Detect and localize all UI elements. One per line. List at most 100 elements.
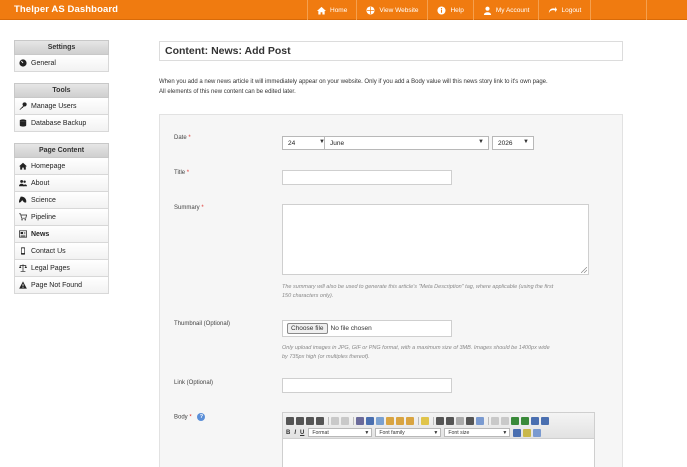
summary-textarea[interactable] — [282, 204, 589, 275]
paste-icon[interactable] — [386, 416, 394, 425]
month-select[interactable]: June ▼ — [324, 136, 489, 150]
day-select-value: 24 — [288, 139, 296, 147]
nav-home-label: Home — [330, 6, 348, 14]
link-label: Link (Optional) — [174, 380, 213, 386]
nav-my-account[interactable]: My Account — [472, 0, 539, 20]
nav-divider — [646, 0, 647, 20]
undo-icon[interactable] — [331, 416, 339, 425]
paste-text-icon[interactable] — [396, 416, 404, 425]
chevron-down-icon: ▼ — [364, 429, 370, 436]
sidebar-item-about[interactable]: About — [14, 175, 109, 192]
underline-button[interactable]: U — [300, 430, 304, 436]
sidebar-item-homepage[interactable]: Homepage — [14, 158, 109, 175]
format-dropdown-value: Format — [312, 429, 329, 436]
sidebar-heading-page-content: Page Content — [14, 143, 109, 158]
database-icon — [19, 119, 27, 127]
redo-icon[interactable] — [341, 416, 349, 425]
indent-icon[interactable] — [466, 416, 474, 425]
warning-icon — [19, 281, 27, 289]
title-label: Title * — [174, 170, 189, 176]
summary-label: Summary * — [174, 205, 204, 211]
format-dropdown[interactable]: Format ▼ — [308, 428, 373, 437]
required-mark: * — [186, 170, 190, 176]
thumbnail-file-input[interactable]: Choose file No file chosen — [282, 320, 452, 337]
nav-help[interactable]: Help — [427, 0, 472, 20]
anchor-icon[interactable] — [511, 416, 519, 425]
nav-home[interactable]: Home — [307, 0, 356, 20]
scale-icon — [19, 264, 27, 272]
sidebar-item-label: Science — [31, 196, 56, 204]
sidebar-item-page-not-found[interactable]: Page Not Found — [14, 277, 109, 294]
top-bar: Thelper AS Dashboard Home View Website H… — [0, 0, 687, 20]
blockquote-icon[interactable] — [476, 416, 484, 425]
clear-formatting-icon[interactable] — [533, 428, 542, 437]
sidebar-item-news[interactable]: News — [14, 226, 109, 243]
font-size-dropdown[interactable]: Font size ▼ — [444, 428, 511, 437]
font-family-dropdown-value: Font family — [379, 429, 405, 436]
cut-icon[interactable] — [366, 416, 374, 425]
sidebar-item-contact-us[interactable]: Contact Us — [14, 243, 109, 260]
sidebar-heading-tools: Tools — [14, 83, 109, 98]
sidebar-item-label: Database Backup — [31, 119, 87, 127]
outdent-icon[interactable] — [456, 416, 464, 425]
people-icon — [19, 179, 27, 187]
day-select[interactable]: 24 ▼ — [282, 136, 330, 150]
link-input[interactable] — [282, 378, 452, 393]
body-editor[interactable]: B I U Format ▼ Font family ▼ Font size ▼ — [282, 412, 595, 467]
sidebar-item-general[interactable]: General — [14, 55, 109, 72]
sidebar-item-science[interactable]: Science — [14, 192, 109, 209]
align-center-icon[interactable] — [296, 416, 304, 425]
nav-logout[interactable]: Logout — [538, 0, 592, 20]
toolbar-divider — [433, 416, 434, 425]
cart-icon — [19, 213, 27, 221]
sidebar-item-label: Pipeline — [31, 213, 56, 221]
highlight-color-icon[interactable] — [523, 428, 532, 437]
copy-icon[interactable] — [376, 416, 384, 425]
image-icon[interactable] — [521, 416, 529, 425]
font-family-dropdown[interactable]: Font family ▼ — [375, 428, 442, 437]
science-icon — [19, 196, 27, 203]
align-right-icon[interactable] — [306, 416, 314, 425]
nav-view-website[interactable]: View Website — [356, 0, 427, 20]
numbered-list-icon[interactable] — [446, 416, 454, 425]
globe-icon — [366, 5, 375, 15]
thumbnail-hint-line-1: Only upload images in JPG, GIF or PNG fo… — [282, 345, 550, 351]
info-icon — [437, 5, 447, 15]
link-icon[interactable] — [491, 416, 499, 425]
date-label-text: Date — [174, 135, 187, 141]
gauge-icon — [19, 59, 27, 67]
cleanup-icon[interactable] — [421, 416, 429, 425]
align-justify-icon[interactable] — [316, 416, 324, 425]
sidebar-item-pipeline[interactable]: Pipeline — [14, 209, 109, 226]
required-mark: * — [188, 135, 191, 141]
sidebar-item-manage-users[interactable]: Manage Users — [14, 98, 109, 115]
select-all-icon[interactable] — [356, 416, 364, 425]
text-color-icon[interactable] — [513, 428, 522, 437]
bullet-list-icon[interactable] — [436, 416, 444, 425]
resize-handle-icon[interactable] — [581, 267, 587, 273]
choose-file-button[interactable]: Choose file — [287, 323, 328, 334]
sidebar-item-database-backup[interactable]: Database Backup — [14, 115, 109, 132]
home-icon — [19, 162, 27, 170]
bold-button[interactable]: B — [286, 430, 290, 436]
chevron-down-icon: ▼ — [523, 139, 529, 145]
source-code-icon[interactable] — [531, 416, 539, 425]
required-mark: * — [201, 205, 204, 211]
date-label: Date * — [174, 135, 191, 141]
help-icon[interactable]: ? — [197, 413, 206, 421]
file-status-text: No file chosen — [330, 325, 372, 332]
thumbnail-hint: Only upload images in JPG, GIF or PNG fo… — [282, 344, 612, 362]
sidebar-item-legal-pages[interactable]: Legal Pages — [14, 260, 109, 277]
toolbar-divider — [353, 416, 354, 425]
html-icon[interactable] — [541, 416, 549, 425]
intro-line-2: All elements of this new content can be … — [159, 89, 296, 95]
sidebar-item-label: Page Not Found — [31, 281, 82, 289]
title-input[interactable] — [282, 170, 452, 185]
italic-button[interactable]: I — [294, 430, 296, 436]
align-left-icon[interactable] — [286, 416, 294, 425]
year-select[interactable]: 2026 ▼ — [492, 136, 534, 150]
key-icon — [19, 102, 27, 110]
editor-toolbar: B I U Format ▼ Font family ▼ Font size ▼ — [283, 413, 594, 439]
unlink-icon[interactable] — [501, 416, 509, 425]
paste-word-icon[interactable] — [406, 416, 414, 425]
